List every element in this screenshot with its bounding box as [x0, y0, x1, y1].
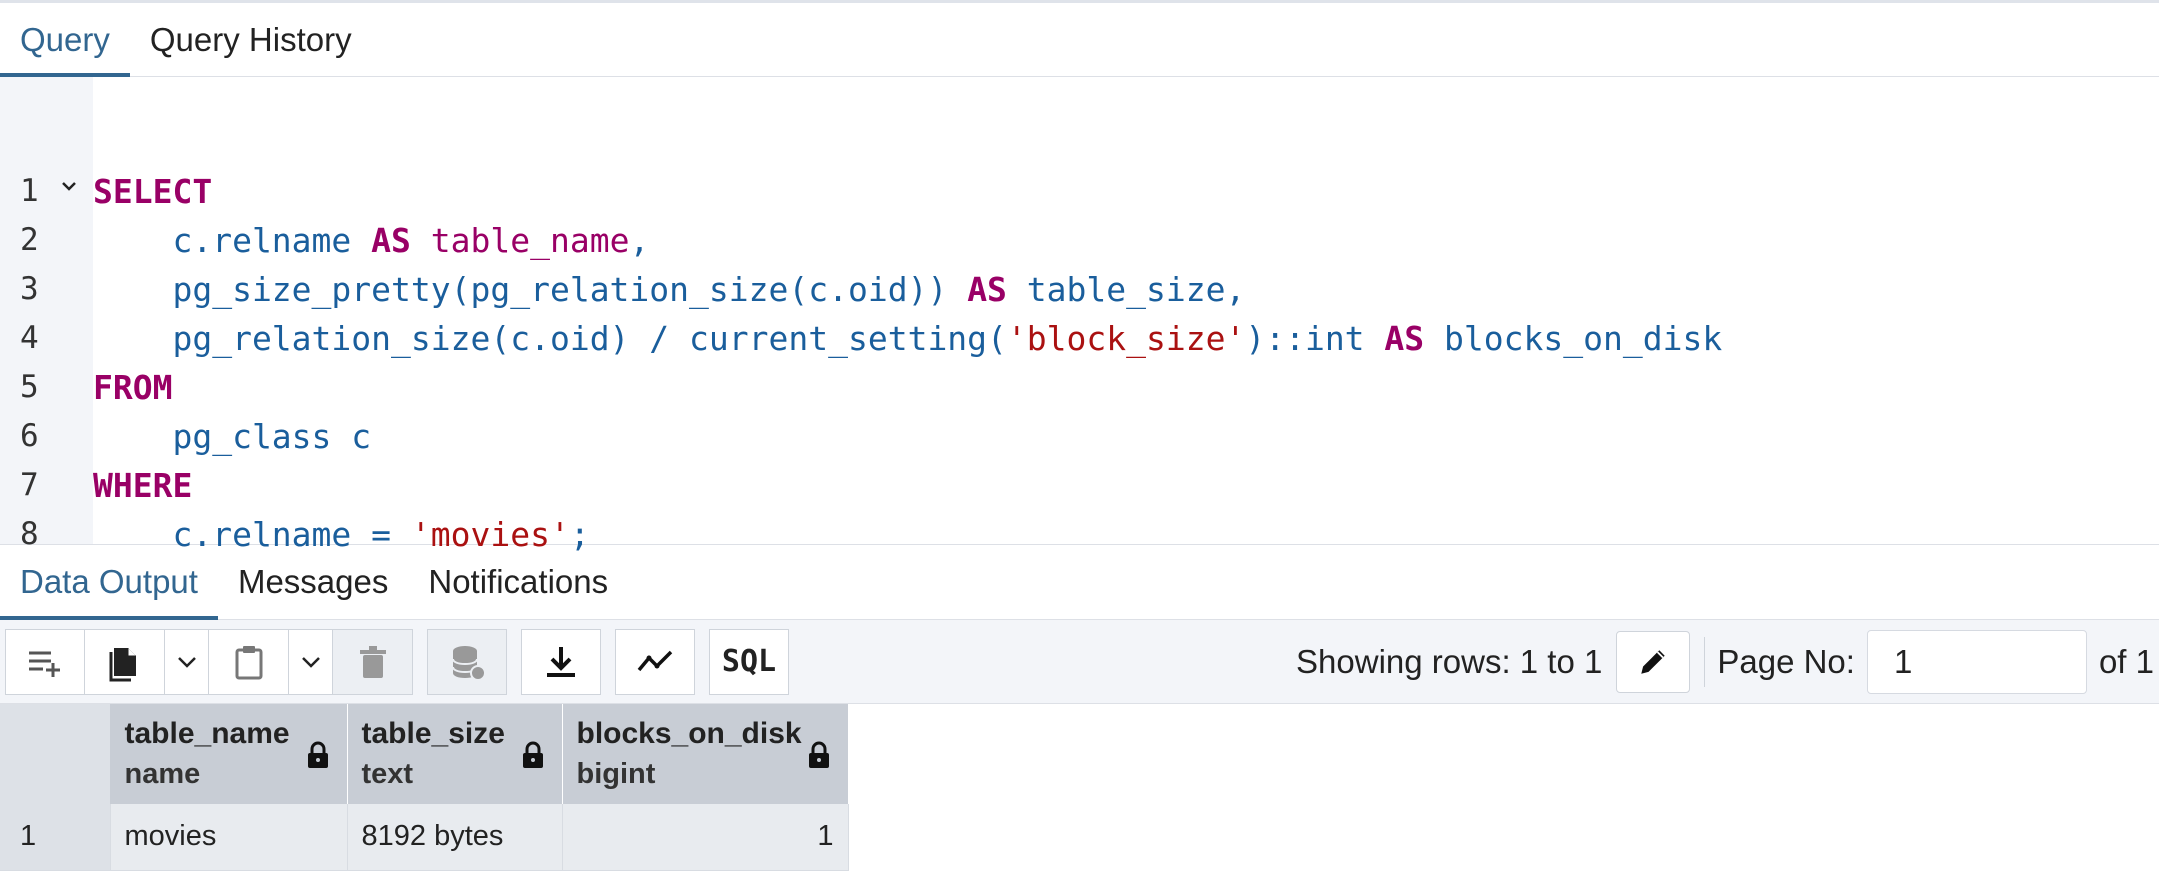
add-row-button[interactable]	[5, 628, 85, 695]
sql-token: c.relname	[93, 221, 372, 260]
code-line: FROM	[93, 363, 2159, 412]
line-number: 5	[20, 369, 39, 405]
row-number[interactable]: 1	[0, 804, 111, 871]
page-number-input[interactable]	[1866, 629, 2087, 694]
clipboard-icon	[235, 645, 262, 679]
tab-messages[interactable]: Messages	[218, 545, 408, 619]
rows-info: Showing rows: 1 to 1	[1296, 642, 1603, 680]
sql-token: blocks_on_disk	[1424, 319, 1723, 358]
column-header-table-size[interactable]: table_size text	[347, 704, 563, 804]
graph-group	[615, 628, 695, 695]
toolbar-separator	[1704, 636, 1706, 687]
query-tabs: Query Query History	[0, 3, 2159, 77]
sql-editor[interactable]: 12345678 SELECT c.relname AS table_name,…	[0, 77, 2159, 554]
database-save-icon	[452, 645, 486, 681]
tab-query-history[interactable]: Query History	[130, 3, 372, 76]
chevron-down-icon	[301, 656, 320, 668]
line-number: 7	[20, 467, 39, 503]
result-grid: table_name name table_size text blocks_o…	[0, 704, 2159, 871]
sql-label: SQL	[721, 644, 777, 679]
save-data-button[interactable]	[427, 628, 507, 695]
column-header-table-name[interactable]: table_name name	[110, 704, 348, 804]
row-actions-group	[5, 628, 413, 695]
download-group	[521, 628, 601, 695]
line-number: 3	[20, 271, 39, 307]
code-line: c.relname AS table_name,	[93, 216, 2159, 265]
sql-token: table_size,	[1006, 270, 1246, 309]
data-output-toolbar: SQL Showing rows: 1 to 1 Page No: of 1	[0, 620, 2159, 704]
add-row-icon	[29, 651, 60, 677]
sql-token: pg_relation_size(c.oid) / current_settin…	[93, 319, 1007, 358]
header-row: table_name name table_size text blocks_o…	[0, 704, 849, 804]
sql-group: SQL	[709, 628, 789, 695]
lock-icon	[307, 741, 328, 768]
column-name: blocks_on_disk	[576, 717, 802, 750]
sql-token: table_name	[410, 221, 630, 260]
lock-icon	[808, 741, 829, 768]
sql-keyword: FROM	[93, 368, 173, 407]
code-area[interactable]: SELECT c.relname AS table_name, pg_size_…	[93, 77, 2159, 554]
sql-string: 'block_size'	[1006, 319, 1246, 358]
sql-keyword: AS	[967, 270, 1007, 309]
code-line: WHERE	[93, 461, 2159, 510]
line-number: 1	[0, 167, 93, 216]
tab-data-output[interactable]: Data Output	[0, 545, 218, 620]
table-cell[interactable]: movies	[110, 804, 348, 871]
download-button[interactable]	[521, 628, 601, 695]
line-number: 6	[20, 418, 39, 454]
page-label: Page No:	[1717, 642, 1855, 680]
table-cell[interactable]: 8192 bytes	[347, 804, 563, 871]
sql-keyword: AS	[1384, 319, 1425, 358]
save-data-group	[427, 628, 507, 695]
paste-options-dropdown[interactable]	[289, 628, 333, 695]
edit-rows-button[interactable]	[1616, 630, 1691, 693]
lock-icon	[522, 741, 543, 768]
graph-visualiser-button[interactable]	[615, 628, 695, 695]
result-table: table_name name table_size text blocks_o…	[0, 704, 849, 871]
line-number-gutter: 12345678	[0, 77, 93, 552]
column-name: table_name	[124, 717, 290, 750]
page-total: of 1	[2098, 642, 2154, 680]
line-chart-icon	[637, 650, 673, 671]
column-type: name	[124, 758, 201, 790]
row-number-header[interactable]	[0, 704, 111, 804]
pencil-icon	[1641, 649, 1666, 674]
sql-keyword: WHERE	[93, 466, 193, 505]
table-row[interactable]: 1 movies 8192 bytes 1	[0, 804, 849, 871]
view-sql-button[interactable]: SQL	[709, 628, 789, 695]
trash-icon	[359, 645, 386, 678]
code-line: pg_relation_size(c.oid) / current_settin…	[93, 314, 2159, 363]
line-number: 4	[20, 320, 39, 356]
column-type: bigint	[576, 758, 656, 790]
sql-keyword: SELECT	[93, 172, 213, 211]
code-line: pg_size_pretty(pg_relation_size(c.oid)) …	[93, 265, 2159, 314]
copy-options-dropdown[interactable]	[165, 628, 209, 695]
code-line: SELECT	[93, 167, 2159, 216]
copy-button[interactable]	[85, 628, 165, 695]
delete-button[interactable]	[333, 628, 413, 695]
paste-button[interactable]	[209, 628, 289, 695]
sql-token: ,	[629, 221, 650, 260]
table-cell[interactable]: 1	[562, 804, 849, 871]
download-icon	[547, 646, 575, 677]
line-number: 2	[20, 222, 39, 258]
sql-token: pg_size_pretty(pg_relation_size(c.oid))	[93, 270, 968, 309]
code-line: pg_class c	[93, 412, 2159, 461]
sql-keyword: AS	[371, 221, 411, 260]
fold-chevron-icon[interactable]	[60, 177, 78, 195]
sql-token: pg_class c	[93, 417, 372, 456]
tab-query[interactable]: Query	[0, 3, 130, 77]
chevron-down-icon	[177, 656, 196, 668]
tab-notifications[interactable]: Notifications	[408, 545, 628, 619]
copy-icon	[109, 647, 136, 681]
column-header-blocks-on-disk[interactable]: blocks_on_disk bigint	[562, 704, 849, 804]
sql-token: )::int	[1245, 319, 1385, 358]
